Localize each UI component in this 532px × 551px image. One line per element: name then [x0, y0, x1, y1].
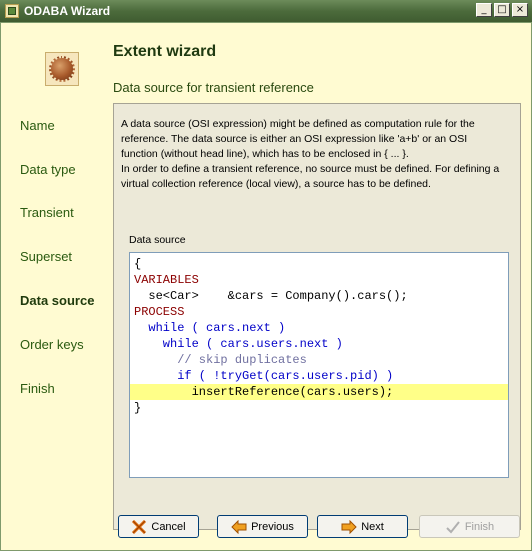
code-line: {: [134, 257, 142, 271]
nav-item-finish[interactable]: Finish: [20, 381, 55, 396]
arrow-left-icon: [231, 519, 247, 534]
wizard-buttons: Cancel Previous Next Finish: [118, 515, 520, 539]
nav-item-data-source[interactable]: Data source: [20, 293, 94, 308]
window-title: ODABA Wizard: [24, 4, 111, 18]
cancel-button[interactable]: Cancel: [118, 515, 199, 538]
description-text: A data source (OSI expression) might be …: [121, 117, 521, 192]
nav-item-data-type[interactable]: Data type: [20, 162, 76, 177]
previous-button[interactable]: Previous: [217, 515, 308, 538]
code-line: while ( cars.next ): [134, 321, 286, 335]
cancel-x-icon: [131, 519, 147, 534]
wizard-frame: Extent wizard Data source for transient …: [0, 22, 532, 551]
description-line: function (without head line), which has …: [121, 148, 409, 160]
previous-label: Previous: [251, 520, 294, 533]
description-line: virtual collection reference (local view…: [121, 178, 431, 190]
extent-ball-icon: [45, 52, 79, 86]
close-button[interactable]: ×: [512, 3, 528, 17]
description-line: reference. The data source is either an …: [121, 133, 468, 145]
wizard-subtitle: Data source for transient reference: [113, 80, 314, 95]
code-line: PROCESS: [134, 305, 185, 319]
minimize-button[interactable]: _: [476, 3, 492, 17]
code-line: se<Car> &cars = Company().cars();: [134, 289, 408, 303]
code-line: // skip duplicates: [134, 353, 307, 367]
next-label: Next: [361, 520, 384, 533]
data-source-label: Data source: [129, 234, 186, 246]
finish-label: Finish: [464, 520, 495, 533]
wizard-title: Extent wizard: [113, 43, 217, 60]
title-bar: ODABA Wizard _ □ ×: [0, 0, 532, 22]
nav-item-name[interactable]: Name: [20, 118, 55, 133]
maximize-button[interactable]: □: [494, 3, 510, 17]
code-area[interactable]: { VARIABLES se<Car> &cars = Company().ca…: [130, 256, 508, 416]
finish-button[interactable]: Finish: [419, 515, 520, 538]
arrow-right-icon: [341, 519, 357, 534]
window-controls: _ □ ×: [476, 3, 528, 17]
description-line: A data source (OSI expression) might be …: [121, 118, 475, 130]
app-icon: [5, 4, 19, 18]
next-button[interactable]: Next: [317, 515, 408, 538]
cancel-label: Cancel: [151, 520, 186, 533]
code-line: while ( cars.users.next ): [134, 337, 343, 351]
code-line-highlighted: insertReference(cars.users);: [130, 384, 508, 400]
code-line: VARIABLES: [134, 273, 199, 287]
nav-item-order-keys[interactable]: Order keys: [20, 337, 84, 352]
nav-item-superset[interactable]: Superset: [20, 249, 72, 264]
data-source-editor[interactable]: { VARIABLES se<Car> &cars = Company().ca…: [129, 252, 509, 478]
nav-item-transient[interactable]: Transient: [20, 205, 74, 220]
description-line: In order to define a transient reference…: [121, 163, 500, 175]
code-line: if ( !tryGet(cars.users.pid) ): [134, 369, 394, 383]
content-panel: A data source (OSI expression) might be …: [113, 103, 521, 530]
checkmark-icon: [445, 520, 461, 534]
code-line: }: [134, 401, 142, 415]
